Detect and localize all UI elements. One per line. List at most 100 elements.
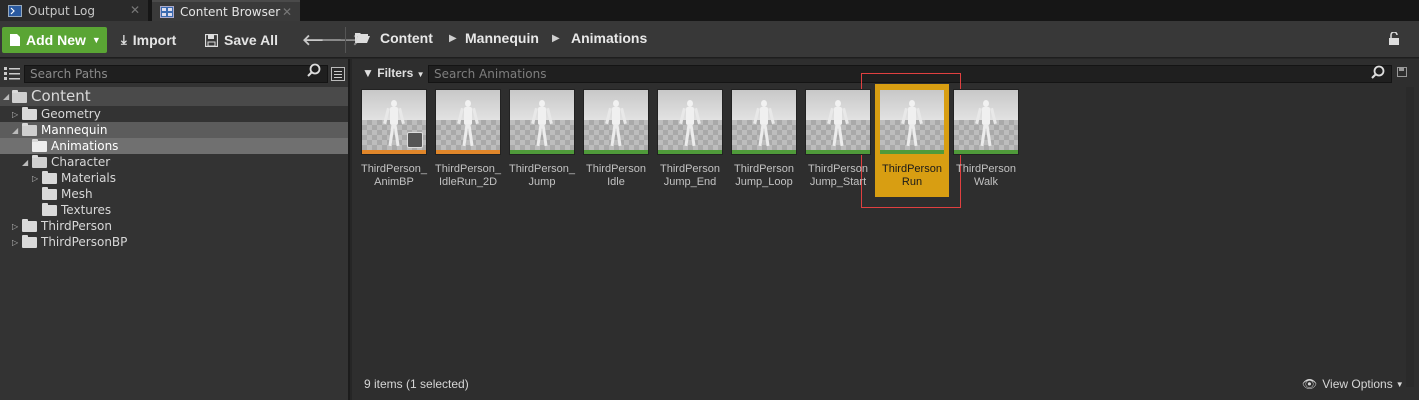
asset-label-line1: ThirdPerson_ [434,163,502,175]
tree-item-animations[interactable]: Animations [0,138,348,154]
folder-open-icon [32,155,47,168]
search-paths-input[interactable]: Search Paths [24,65,328,83]
save-all-button[interactable]: Save All [205,30,278,50]
blueprint-badge-icon [407,132,423,148]
figure-head [687,100,693,107]
filters-button[interactable]: ▼ Filters ▼ [362,66,425,80]
save-icon [205,33,218,47]
toolbar: Add New ▼ ⤓ Import Save All 🡐 🡒 Content … [0,21,1419,58]
figure-head [761,100,767,107]
asset-thumbnail[interactable] [657,89,723,155]
breadcrumb-separator-icon[interactable]: ▶ [552,33,560,44]
scrollbar[interactable] [1406,87,1414,387]
figure-leg [911,123,918,147]
mannequin-figure-icon [975,100,997,148]
figure-leg [763,123,770,147]
tree-item-label: Textures [61,203,112,217]
tree-item-textures[interactable]: Textures [0,202,348,218]
mannequin-figure-icon [605,100,627,148]
asset-label-line2: Jump_End [663,176,717,188]
figure-leg [393,123,400,147]
figure-head [835,100,841,107]
tree-item-mesh[interactable]: Mesh [0,186,348,202]
asset-label-line1: ThirdPerson [882,163,942,175]
asset-label: ThirdPerson_ IdleRun_2D [427,163,509,189]
asset-label-line1: ThirdPerson_ [508,163,576,175]
asset-type-strip [880,150,944,154]
asset-thumbnail[interactable] [731,89,797,155]
tree-item-label: Mesh [61,187,93,201]
mannequin-figure-icon [383,100,405,148]
filter-icon: ▼ [362,66,374,80]
asset-thumbnail[interactable] [953,89,1019,155]
asset-thumbnail[interactable] [583,89,649,155]
mannequin-figure-icon [457,100,479,148]
save-all-label: Save All [224,32,278,48]
view-options-button[interactable]: 👁 View Options ▼ [1302,377,1404,391]
figure-head [613,100,619,107]
breadcrumb-mannequin[interactable]: Mannequin [465,30,539,46]
asset-type-strip [954,150,1018,154]
tree-item-thirdperson[interactable]: ▷ ThirdPerson [0,218,348,234]
close-icon[interactable]: ✕ [282,5,292,19]
breadcrumb-separator-icon[interactable]: ▶ [449,33,457,44]
lock-icon[interactable] [1387,31,1401,50]
figure-head [909,100,915,107]
view-list-icon[interactable] [331,67,345,81]
collapsed-arrow-icon[interactable]: ▷ [32,174,38,183]
asset-label: ThirdPerson_ Jump [501,163,583,189]
figure-head [983,100,989,107]
asset-view-panel: ▼ Filters ▼ Search Animations ThirdPerso… [352,59,1419,400]
tree-item-content[interactable]: ◢ Content [0,87,348,106]
expanded-arrow-icon[interactable]: ◢ [12,126,18,135]
asset-label: ThirdPerson Run [871,163,953,189]
asset-thumbnail[interactable] [435,89,501,155]
asset-type-strip [584,150,648,154]
figure-leg [837,123,844,147]
asset-thumbnail[interactable] [509,89,575,155]
collapsed-arrow-icon[interactable]: ▷ [12,110,18,119]
folder-open-icon [22,123,37,136]
tab-content-browser[interactable]: Content Browser ✕ [152,0,300,21]
asset-thumbnail[interactable] [805,89,871,155]
collapsed-arrow-icon[interactable]: ▷ [12,222,18,231]
import-button[interactable]: ⤓ Import [121,30,176,50]
mannequin-figure-icon [753,100,775,148]
collapsed-arrow-icon[interactable]: ▷ [12,238,18,247]
path-tree-panel: Search Paths ◢ Content ▷ Geometry ◢ Mann… [0,59,350,400]
close-icon[interactable]: ✕ [130,3,140,17]
breadcrumb-content[interactable]: Content [380,30,433,46]
expanded-arrow-icon[interactable]: ◢ [3,92,9,101]
asset-thumbnail[interactable] [879,89,945,155]
breadcrumb-animations[interactable]: Animations [571,30,647,46]
chevron-down-icon: ▼ [91,35,101,45]
folder-icon [22,235,37,248]
asset-type-strip [436,150,500,154]
tree-item-geometry[interactable]: ▷ Geometry [0,106,348,122]
asset-label: ThirdPerson Idle [575,163,657,189]
folder-icon [32,139,47,152]
collapse-sources-icon[interactable] [4,66,20,84]
add-new-button[interactable]: Add New ▼ [2,27,107,53]
mannequin-figure-icon [901,100,923,148]
search-icon[interactable] [1371,65,1385,83]
asset-thumbnail[interactable] [361,89,427,155]
folder-icon [42,171,57,184]
asset-type-strip [658,150,722,154]
tree-item-thirdpersonbp[interactable]: ▷ ThirdPersonBP [0,234,348,250]
tree-item-character[interactable]: ◢ Character [0,154,348,170]
tree-item-mannequin[interactable]: ◢ Mannequin [0,122,348,138]
figure-body [538,107,546,125]
asset-label-line2: Jump_Loop [735,176,793,188]
asset-type-strip [732,150,796,154]
tree-item-label: Content [31,87,91,105]
asset-label-line1: ThirdPerson [808,163,868,175]
tab-output-log[interactable]: Output Log ✕ [0,0,148,21]
tree-item-materials[interactable]: ▷ Materials [0,170,348,186]
chevron-down-icon: ▼ [416,70,425,79]
save-search-icon[interactable] [1397,67,1407,80]
figure-leg [985,123,992,147]
expanded-arrow-icon[interactable]: ◢ [22,158,28,167]
folder-icon [42,187,57,200]
figure-body [982,107,990,125]
